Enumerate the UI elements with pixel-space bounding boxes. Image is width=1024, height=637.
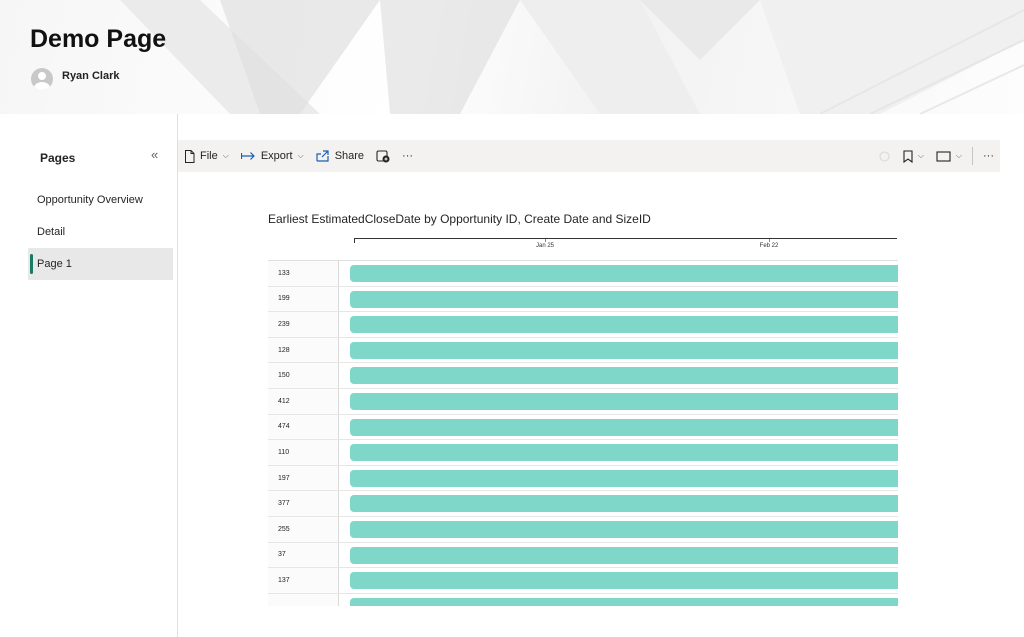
gantt-bar[interactable] bbox=[350, 546, 898, 564]
gantt-row: 474 bbox=[268, 414, 898, 441]
opportunity-id-label: 199 bbox=[268, 286, 339, 312]
double-chevron-left-icon[interactable]: « bbox=[151, 147, 158, 162]
gantt-row: 197 bbox=[268, 465, 898, 492]
page-header-banner: Demo Page Ryan Clark bbox=[0, 0, 1024, 114]
axis-tick-label: Jan 25 bbox=[535, 243, 555, 249]
opportunity-id-label: 239 bbox=[268, 312, 339, 337]
gantt-row: 110 bbox=[268, 440, 898, 466]
axis-tick-mark bbox=[769, 239, 770, 242]
opportunity-id-label: 412 bbox=[268, 388, 339, 414]
gantt-bar[interactable] bbox=[350, 316, 898, 334]
opportunity-id-label: 255 bbox=[268, 516, 339, 542]
nav-item-detail[interactable]: Detail bbox=[28, 216, 173, 248]
chevron-down-icon: ⌵ bbox=[222, 151, 229, 160]
gantt-row: 133 bbox=[268, 261, 898, 287]
gantt-row: 412 bbox=[268, 388, 898, 415]
gantt-row bbox=[268, 593, 898, 606]
gantt-bar[interactable] bbox=[350, 265, 898, 282]
author-info: Ryan Clark bbox=[31, 68, 119, 90]
gantt-row: 128 bbox=[268, 337, 898, 364]
opportunity-id-label: 474 bbox=[268, 414, 339, 440]
chevron-down-icon: ⌵ bbox=[917, 151, 924, 160]
gantt-bar[interactable] bbox=[350, 572, 898, 590]
opportunity-id-label: 137 bbox=[268, 568, 339, 593]
share-button[interactable]: Share bbox=[310, 140, 370, 172]
axis-tick-label: Feb 22 bbox=[759, 243, 779, 249]
gantt-bar[interactable] bbox=[350, 444, 898, 462]
opportunity-id-label: 37 bbox=[268, 542, 339, 568]
gantt-bar[interactable] bbox=[350, 290, 898, 308]
toolbar-right-group: ⌵ ⌵ ··· bbox=[872, 140, 1000, 172]
view-icon bbox=[936, 150, 951, 162]
opportunity-id-label: 377 bbox=[268, 491, 339, 516]
gantt-bar[interactable] bbox=[350, 367, 898, 385]
gantt-row: 150 bbox=[268, 363, 898, 389]
gantt-bar[interactable] bbox=[350, 418, 898, 436]
toolbar-divider bbox=[972, 147, 973, 165]
share-label: Share bbox=[334, 150, 365, 162]
pages-heading: Pages bbox=[40, 151, 76, 165]
file-menu-button[interactable]: File ⌵ bbox=[178, 140, 235, 172]
gantt-row: 37 bbox=[268, 542, 898, 569]
gantt-row: 137 bbox=[268, 568, 898, 594]
gantt-bar[interactable] bbox=[350, 597, 898, 606]
share-icon bbox=[316, 150, 329, 162]
opportunity-id-label: 128 bbox=[268, 337, 339, 363]
gantt-row: 239 bbox=[268, 312, 898, 338]
gantt-bar[interactable] bbox=[350, 495, 898, 513]
view-button[interactable]: ⌵ bbox=[930, 140, 968, 172]
refresh-button[interactable] bbox=[872, 140, 897, 172]
more-options-button[interactable]: ··· bbox=[396, 140, 419, 172]
visual-title: Earliest EstimatedCloseDate by Opportuni… bbox=[268, 212, 651, 226]
bookmark-icon bbox=[903, 149, 913, 163]
bookmark-button[interactable]: ⌵ bbox=[897, 140, 930, 172]
teams-chat-button[interactable] bbox=[370, 140, 396, 172]
report-toolbar: File ⌵ Export ⌵ Share ··· ⌵ ⌵ ··· bbox=[178, 140, 1000, 172]
export-arrow-icon bbox=[240, 152, 255, 160]
header-background-image bbox=[120, 0, 1024, 114]
export-menu-button[interactable]: Export ⌵ bbox=[235, 140, 310, 172]
more-options-right-button[interactable]: ··· bbox=[977, 140, 1000, 172]
avatar bbox=[31, 68, 53, 90]
chat-icon bbox=[376, 150, 390, 163]
timeline-axis: Jan 25 Feb 22 bbox=[354, 238, 897, 252]
gantt-bar[interactable] bbox=[350, 469, 898, 487]
opportunity-id-label: 197 bbox=[268, 465, 339, 491]
file-icon bbox=[185, 149, 195, 163]
nav-item-page-1[interactable]: Page 1 bbox=[28, 248, 173, 280]
gantt-row: 199 bbox=[268, 286, 898, 313]
refresh-icon bbox=[879, 150, 890, 162]
page-title: Demo Page bbox=[30, 25, 167, 53]
gantt-chart-body[interactable]: 133 199 239 128 150 412 474 110 197 377 255 37 137 bbox=[268, 261, 898, 606]
chevron-down-icon: ⌵ bbox=[955, 151, 962, 160]
gantt-bar[interactable] bbox=[350, 341, 898, 359]
gantt-row: 255 bbox=[268, 516, 898, 543]
opportunity-id-label bbox=[268, 593, 339, 606]
opportunity-id-label: 110 bbox=[268, 440, 339, 465]
pages-navigation: Pages « Opportunity Overview Detail Page… bbox=[0, 114, 178, 637]
chevron-down-icon: ⌵ bbox=[297, 151, 304, 160]
file-label: File bbox=[200, 150, 218, 162]
author-name: Ryan Clark bbox=[62, 70, 120, 82]
gantt-bar[interactable] bbox=[350, 392, 898, 410]
gantt-bar[interactable] bbox=[350, 520, 898, 538]
axis-start-tick bbox=[354, 239, 355, 243]
opportunity-id-label: 133 bbox=[268, 261, 339, 286]
export-label: Export bbox=[260, 150, 293, 162]
gantt-row: 377 bbox=[268, 491, 898, 517]
more-options-label: ··· bbox=[402, 150, 414, 162]
opportunity-id-label: 150 bbox=[268, 363, 339, 388]
more-options-right-label: ··· bbox=[983, 150, 994, 162]
axis-tick-mark bbox=[545, 239, 546, 242]
nav-item-opportunity-overview[interactable]: Opportunity Overview bbox=[28, 184, 173, 216]
